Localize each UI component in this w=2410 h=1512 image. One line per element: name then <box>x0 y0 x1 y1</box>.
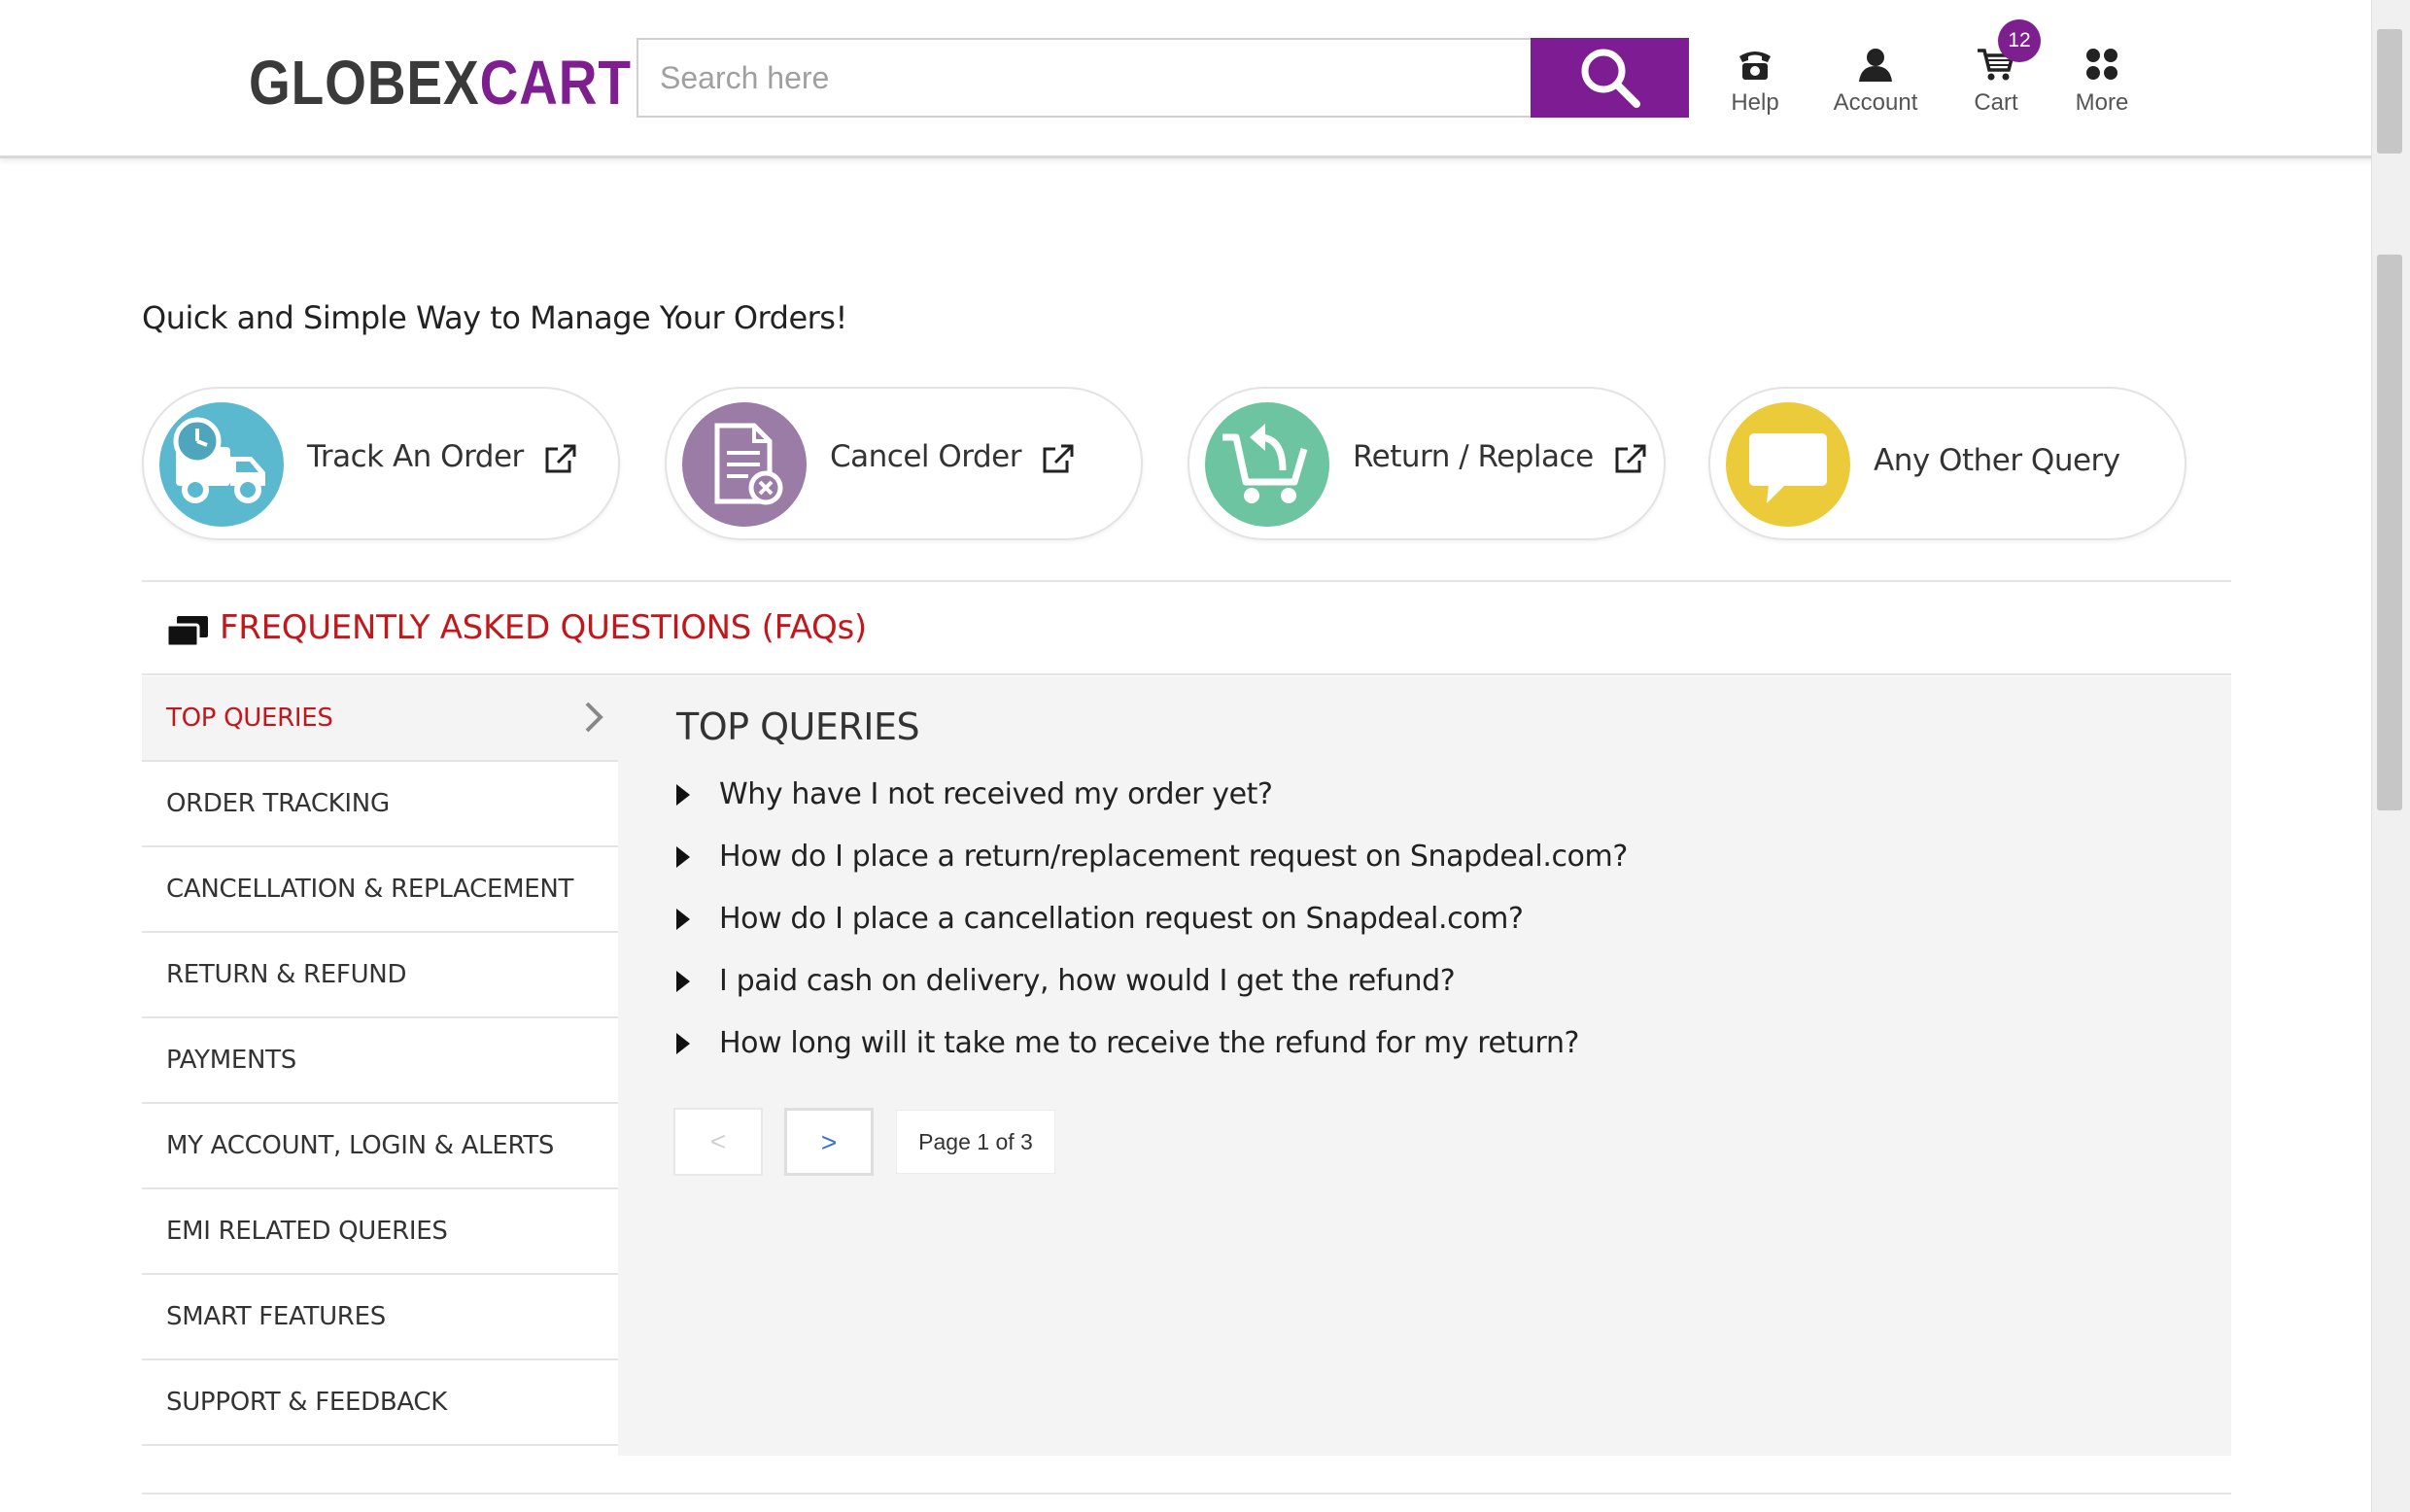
category-emi-queries[interactable]: EMI RELATED QUERIES <box>142 1189 618 1275</box>
scrollbar-thumb[interactable] <box>2377 255 2402 810</box>
external-link-icon <box>1615 444 1646 472</box>
category-smart-features[interactable]: SMART FEATURES <box>142 1275 618 1360</box>
pagination-prev-button[interactable]: < <box>673 1108 763 1176</box>
category-label: TOP QUERIES <box>166 704 333 733</box>
divider <box>142 580 2231 582</box>
faq-question[interactable]: How do I place a cancellation request on… <box>676 902 1524 936</box>
cart-count-badge: 12 <box>1998 19 2041 62</box>
faq-question[interactable]: How do I place a return/replacement requ… <box>676 840 1628 874</box>
search-icon <box>1581 49 1640 108</box>
faq-question[interactable]: Why have I not received my order yet? <box>676 777 1273 811</box>
divider <box>142 1493 2231 1495</box>
faq-question-text: How do I place a cancellation request on… <box>719 902 1524 936</box>
caret-right-icon <box>676 846 690 868</box>
faq-question-text: I paid cash on delivery, how would I get… <box>719 964 1456 998</box>
page-tagline: Quick and Simple Way to Manage Your Orde… <box>142 299 847 336</box>
caret-right-icon <box>676 909 690 930</box>
faq-question[interactable]: I paid cash on delivery, how would I get… <box>676 964 1456 998</box>
card-return-replace-label: Return / Replace <box>1353 439 1594 474</box>
nav-help[interactable]: Help <box>1697 43 1813 117</box>
speech-bubble-icon <box>1726 402 1850 527</box>
top-header: GLOBEXCART Help Account <box>0 0 2379 158</box>
card-track-order[interactable]: Track An Order <box>142 387 620 540</box>
telephone-icon <box>1739 52 1771 80</box>
pagination-next-button[interactable]: > <box>784 1108 874 1176</box>
faq-category-sidebar: TOP QUERIES ORDER TRACKING CANCELLATION … <box>142 676 618 1446</box>
logo-text-part2: CART <box>479 48 632 118</box>
faq-question-text: How long will it take me to receive the … <box>719 1026 1580 1060</box>
nav-help-label: Help <box>1731 89 1779 116</box>
category-label: SMART FEATURES <box>166 1302 386 1331</box>
logo-text-part1: GLOBEX <box>249 48 480 118</box>
search-input[interactable] <box>637 38 1532 118</box>
caret-right-icon <box>676 1033 690 1054</box>
category-payments[interactable]: PAYMENTS <box>142 1018 618 1104</box>
category-label: PAYMENTS <box>166 1046 296 1075</box>
search-button[interactable] <box>1531 38 1689 118</box>
nav-cart-label: Cart <box>1974 89 2018 116</box>
faq-title: FREQUENTLY ASKED QUESTIONS (FAQs) <box>220 608 867 647</box>
nav-more[interactable]: More <box>2044 43 2160 117</box>
category-support-feedback[interactable]: SUPPORT & FEEDBACK <box>142 1360 618 1446</box>
nav-more-label: More <box>2075 89 2129 116</box>
nav-account-label: Account <box>1833 89 1918 116</box>
category-label: EMI RELATED QUERIES <box>166 1217 448 1246</box>
category-order-tracking[interactable]: ORDER TRACKING <box>142 762 618 847</box>
nav-account[interactable]: Account <box>1817 43 1934 117</box>
card-cancel-order[interactable]: Cancel Order <box>665 387 1143 540</box>
caret-right-icon <box>676 971 690 992</box>
nav-cart[interactable]: Cart <box>1938 43 2054 117</box>
caret-right-icon <box>676 784 690 806</box>
chevron-right-icon <box>585 702 603 733</box>
category-account-login-alerts[interactable]: MY ACCOUNT, LOGIN & ALERTS <box>142 1104 618 1189</box>
external-link-icon <box>545 444 576 472</box>
faq-question-text: How do I place a return/replacement requ… <box>719 840 1628 874</box>
category-label: ORDER TRACKING <box>166 789 390 818</box>
category-label: RETURN & REFUND <box>166 960 407 989</box>
document-cancel-icon <box>682 402 807 527</box>
divider <box>142 673 2231 675</box>
pagination-info: Page 1 of 3 <box>896 1110 1055 1174</box>
faq-question-text: Why have I not received my order yet? <box>719 777 1273 811</box>
scrollbar-thumb-top[interactable] <box>2377 29 2402 154</box>
category-top-queries[interactable]: TOP QUERIES <box>142 676 618 762</box>
faq-question[interactable]: How long will it take me to receive the … <box>676 1026 1579 1060</box>
truck-clock-icon <box>159 402 284 527</box>
site-logo[interactable]: GLOBEXCART <box>249 47 632 119</box>
faq-section-title: TOP QUERIES <box>676 705 920 748</box>
faq-content-panel: TOP QUERIES Why have I not received my o… <box>618 676 2231 1456</box>
category-cancellation-replacement[interactable]: CANCELLATION & REPLACEMENT <box>142 847 618 933</box>
category-label: MY ACCOUNT, LOGIN & ALERTS <box>166 1131 555 1160</box>
card-track-order-label: Track An Order <box>307 439 524 474</box>
category-label: SUPPORT & FEEDBACK <box>166 1388 448 1417</box>
user-icon <box>1859 49 1892 82</box>
category-label: CANCELLATION & REPLACEMENT <box>166 875 574 904</box>
card-other-query[interactable]: Any Other Query <box>1708 387 2186 540</box>
external-link-icon <box>1043 444 1074 472</box>
card-other-query-label: Any Other Query <box>1874 443 2120 478</box>
card-cancel-order-label: Cancel Order <box>830 439 1021 474</box>
category-return-refund[interactable]: RETURN & REFUND <box>142 933 618 1018</box>
card-return-replace[interactable]: Return / Replace <box>1188 387 1666 540</box>
grid-dots-icon <box>2086 49 2117 80</box>
chat-bubbles-icon <box>165 616 208 648</box>
cart-return-icon <box>1205 402 1329 527</box>
